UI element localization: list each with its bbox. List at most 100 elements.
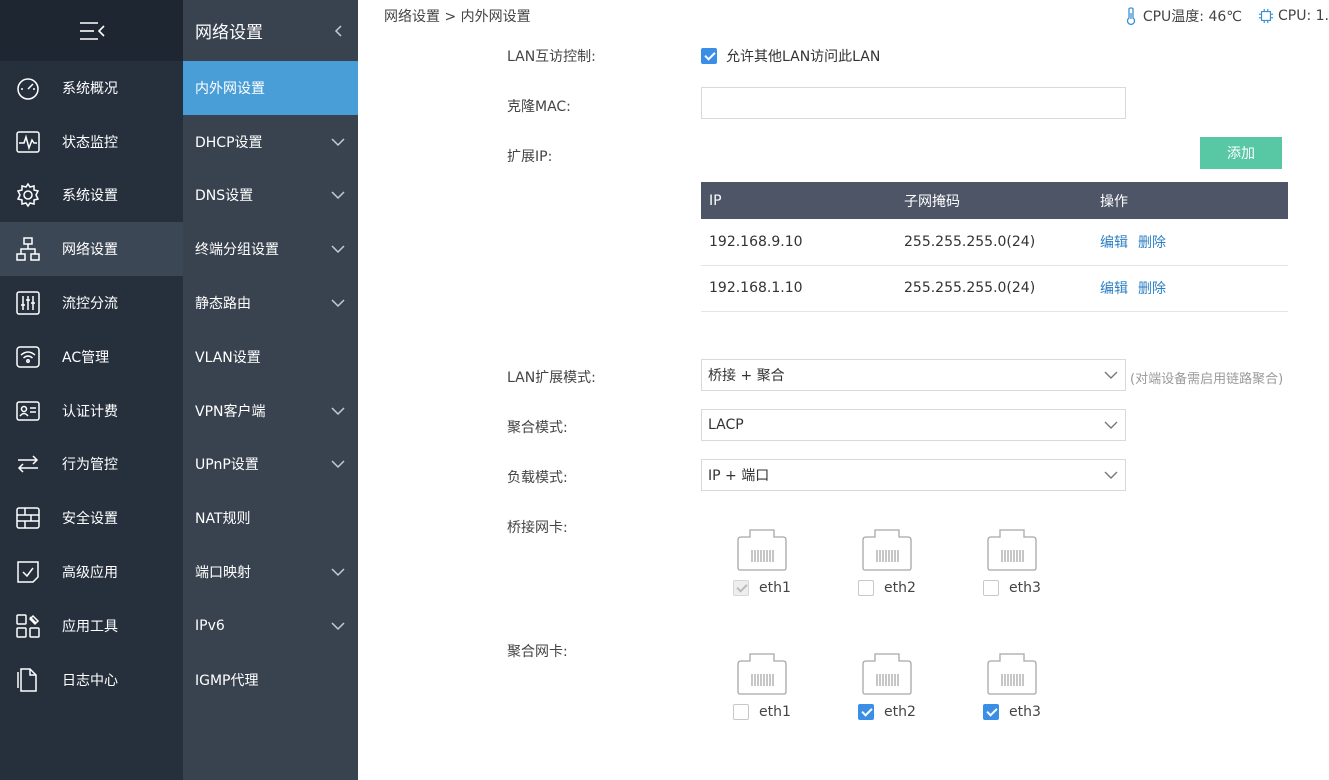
load-mode-select[interactable]: IP + 端口	[701, 459, 1126, 491]
chevron-left-icon[interactable]	[332, 24, 346, 38]
chevron-down-icon	[331, 568, 345, 577]
agg-mode-select[interactable]: LACP	[701, 409, 1126, 441]
sub-nav-item-label: DHCP设置	[195, 134, 263, 151]
lan-mode-select[interactable]: 桥接 + 聚合	[701, 359, 1126, 391]
sub-nav-header: 网络设置	[183, 0, 358, 61]
sub-nav-item[interactable]: IGMP代理	[183, 653, 358, 707]
nic-port-caption: eth2	[847, 580, 927, 596]
chevron-down-icon	[331, 191, 345, 200]
nav-item-label: 网络设置	[62, 242, 118, 259]
sub-nav-item-label: UPnP设置	[195, 457, 259, 474]
bridge-nic-label: 桥接网卡:	[507, 520, 568, 536]
tools-icon	[14, 612, 42, 640]
nic-port-name: eth1	[759, 580, 791, 596]
ext-ip-label: 扩展IP:	[507, 149, 553, 165]
nav-item-overview[interactable]: 系统概况	[0, 61, 183, 115]
chevron-down-icon	[1104, 371, 1118, 379]
sub-nav-item[interactable]: 静态路由	[183, 276, 358, 330]
edit-link[interactable]: 编辑	[1100, 281, 1128, 297]
nav-item-behavior-control[interactable]: 行为管控	[0, 438, 183, 492]
nav-item-network-settings[interactable]: 网络设置	[0, 222, 183, 277]
sub-nav-item[interactable]: IPv6	[183, 599, 358, 653]
thermometer-icon	[1126, 7, 1135, 25]
table-row: 192.168.1.10 255.255.255.0(24) 编辑 删除	[701, 265, 1288, 312]
system-status: CPU温度: 46℃ CPU: 1.	[1113, 6, 1329, 26]
lan-access-checkbox[interactable]	[701, 48, 717, 64]
sub-nav-item[interactable]: DHCP设置	[183, 115, 358, 169]
lan-access-control: 允许其他LAN访问此LAN	[701, 46, 880, 66]
ethernet-port-icon	[987, 529, 1037, 571]
menu-collapse-toggle[interactable]	[0, 0, 183, 61]
nav-item-flow-control[interactable]: 流控分流	[0, 276, 183, 330]
nic-port-checkbox[interactable]	[733, 704, 750, 720]
delete-link[interactable]: 删除	[1138, 281, 1166, 297]
nav-item-ac-manage[interactable]: AC管理	[0, 330, 183, 384]
cpu-usage: CPU: 1.	[1278, 8, 1329, 24]
sub-nav-item[interactable]: 内外网设置	[183, 61, 358, 115]
nic-port: eth1	[722, 652, 802, 720]
gear-icon	[14, 181, 42, 209]
nic-port-caption: eth3	[972, 580, 1052, 596]
ip-cell: 192.168.1.10	[701, 265, 896, 312]
sub-nav-item-label: DNS设置	[195, 188, 254, 205]
breadcrumb: 网络设置 > 内外网设置	[384, 9, 531, 25]
nav-item-label: 状态监控	[62, 134, 118, 151]
nav-item-label: 流控分流	[62, 296, 118, 313]
ip-cell: 192.168.9.10	[701, 219, 896, 266]
delete-link[interactable]: 删除	[1138, 235, 1166, 251]
lan-wan-settings-form: LAN互访控制: 允许其他LAN访问此LAN 克隆MAC: 扩展IP: 添加 I…	[358, 32, 1329, 780]
nic-port-checkbox[interactable]	[983, 580, 1000, 596]
nic-port-caption: eth1	[722, 580, 802, 596]
edit-link[interactable]: 编辑	[1100, 235, 1128, 251]
sub-nav-item-label: IPv6	[195, 617, 225, 634]
sub-nav-item-label: 终端分组设置	[195, 242, 279, 259]
swap-arrows-icon	[14, 450, 42, 478]
nav-item-label: AC管理	[62, 349, 110, 366]
nav-item-tools[interactable]: 应用工具	[0, 599, 183, 653]
clone-mac-label: 克隆MAC:	[507, 99, 571, 115]
load-mode-value: IP + 端口	[708, 468, 770, 484]
load-mode-label: 负载模式:	[507, 470, 568, 486]
nav-item-log-center[interactable]: 日志中心	[0, 653, 183, 707]
sub-nav-item-label: 静态路由	[195, 296, 251, 313]
nic-port: eth3	[972, 652, 1052, 720]
nic-port-checkbox[interactable]	[858, 580, 875, 596]
sub-nav-item[interactable]: VPN客户端	[183, 384, 358, 438]
nav-item-label: 安全设置	[62, 511, 118, 528]
sub-nav-item[interactable]: 端口映射	[183, 545, 358, 599]
sub-nav-title: 网络设置	[195, 23, 263, 43]
sub-nav-item[interactable]: NAT规则	[183, 491, 358, 545]
nav-item-label: 系统概况	[62, 80, 118, 97]
network-icon	[14, 235, 42, 263]
document-icon	[14, 666, 42, 694]
clone-mac-input[interactable]	[701, 87, 1126, 119]
sub-nav-item[interactable]: DNS设置	[183, 169, 358, 223]
main-nav: 系统概况 状态监控 系统设置 网络设置 流控分流 AC管理 认证计费 行为管控 …	[0, 0, 183, 780]
add-ext-ip-button[interactable]: 添加	[1200, 137, 1282, 169]
ethernet-port-icon	[862, 653, 912, 695]
table-row: 192.168.9.10 255.255.255.0(24) 编辑 删除	[701, 219, 1288, 266]
sub-nav: 网络设置 内外网设置 DHCP设置 DNS设置终端分组设置 静态路由 VLAN设置 VPN…	[183, 0, 358, 780]
nic-port-checkbox[interactable]	[858, 704, 875, 720]
sub-nav-item[interactable]: VLAN设置	[183, 330, 358, 384]
menu-collapse-icon	[79, 21, 105, 40]
nav-item-monitor[interactable]: 状态监控	[0, 115, 183, 169]
nic-port-checkbox[interactable]	[983, 704, 1000, 720]
nav-item-system-settings[interactable]: 系统设置	[0, 169, 183, 223]
nav-item-label: 应用工具	[62, 618, 118, 635]
nav-item-advanced[interactable]: 高级应用	[0, 545, 183, 599]
chevron-down-icon	[1104, 421, 1118, 429]
ethernet-port-icon	[737, 529, 787, 571]
mask-cell: 255.255.255.0(24)	[896, 219, 1092, 266]
sub-nav-item[interactable]: UPnP设置	[183, 438, 358, 492]
nav-item-label: 高级应用	[62, 565, 118, 582]
chevron-down-icon	[331, 138, 345, 146]
sub-nav-item[interactable]: 终端分组设置	[183, 222, 358, 276]
nav-item-auth-billing[interactable]: 认证计费	[0, 384, 183, 438]
nav-item-security[interactable]: 安全设置	[0, 491, 183, 545]
nav-item-label: 系统设置	[62, 188, 118, 205]
id-card-icon	[14, 397, 42, 425]
col-header-actions: 操作	[1092, 182, 1288, 219]
mask-cell: 255.255.255.0(24)	[896, 265, 1092, 312]
lan-access-checkbox-label: 允许其他LAN访问此LAN	[726, 49, 881, 65]
